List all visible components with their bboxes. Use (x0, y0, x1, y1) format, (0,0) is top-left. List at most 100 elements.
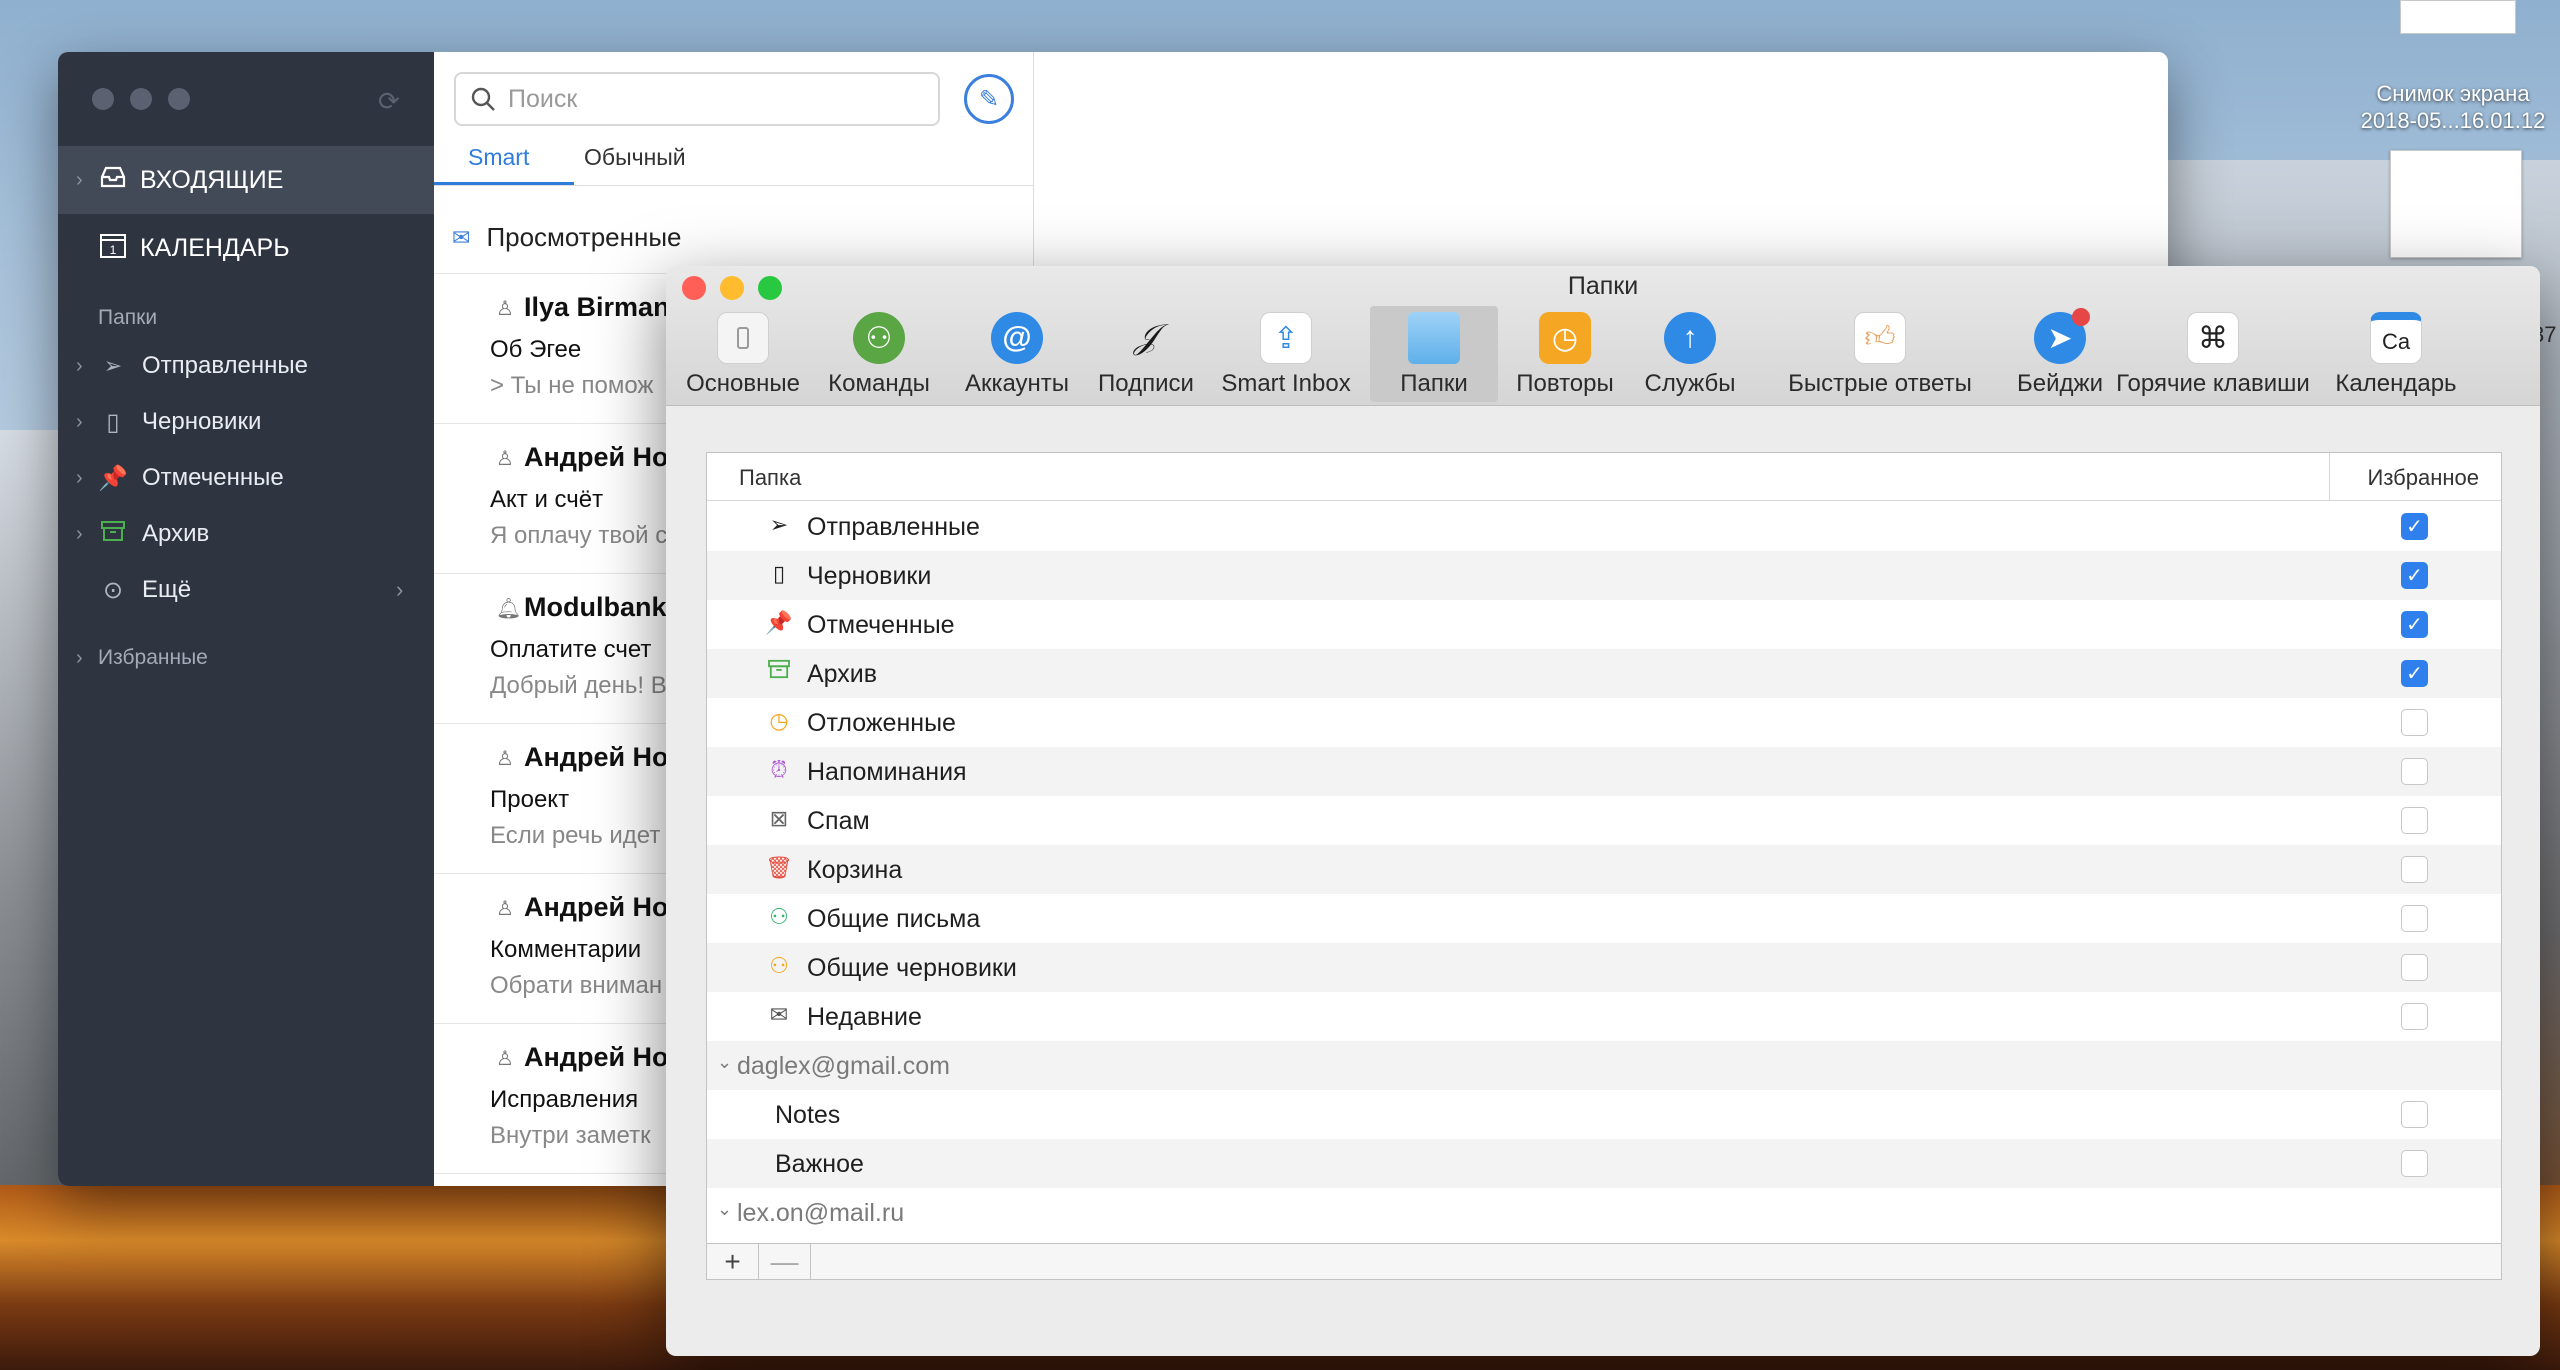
tab-teams[interactable]: ⚇ Команды (826, 306, 932, 402)
table-row[interactable]: Архив ✓ (707, 649, 2501, 698)
add-folder-button[interactable]: + (707, 1244, 759, 1279)
table-row[interactable]: ⚇ Общие письма (707, 894, 2501, 943)
spam-icon: ⊠ (769, 806, 789, 831)
folder-icon (1408, 312, 1460, 364)
table-row[interactable]: ▯ Черновики ✓ (707, 551, 2501, 600)
signature-icon: 𝒥 (1134, 319, 1158, 356)
favorite-checkbox[interactable] (2401, 807, 2428, 834)
close-button[interactable] (92, 88, 114, 110)
tab-label: Календарь (2335, 370, 2457, 397)
message-preview: Если речь идет (490, 822, 661, 849)
row-label: Notes (775, 1101, 841, 1129)
sidebar-item-label: Черновики (142, 408, 262, 435)
chevron-right-icon[interactable]: › (76, 169, 83, 192)
tab-general[interactable]: Основные (686, 306, 800, 402)
tab-calendar[interactable]: Ca Календарь (2326, 306, 2466, 402)
table-row[interactable]: 📌 Отмеченные ✓ (707, 600, 2501, 649)
tab-hotkeys[interactable]: ⌘ Горячие клавиши (2102, 306, 2324, 402)
table-row[interactable]: ⏰︎ Напоминания (707, 747, 2501, 796)
upload-icon: ↑ (1664, 312, 1716, 364)
person-icon: ♙ (496, 448, 514, 470)
calendar-icon: 1 (98, 231, 128, 266)
favorite-checkbox[interactable]: ✓ (2401, 660, 2428, 687)
row-label: Общие черновики (807, 954, 1017, 982)
svg-text:1: 1 (110, 243, 117, 257)
favorite-checkbox[interactable] (2401, 954, 2428, 981)
table-row[interactable]: ➢ Отправленные ✓ (707, 502, 2501, 551)
minimize-button[interactable] (130, 88, 152, 110)
favorite-checkbox[interactable] (2401, 709, 2428, 736)
favorite-checkbox[interactable]: ✓ (2401, 611, 2428, 638)
table-row[interactable]: ⚇ Общие черновики (707, 943, 2501, 992)
favorite-checkbox[interactable]: ✓ (2401, 562, 2428, 589)
account-row[interactable]: ⌄ lex.on@mail.ru (707, 1188, 2501, 1237)
sidebar-item-archive[interactable]: › Архив (58, 506, 434, 562)
refresh-icon[interactable]: ⟳ (378, 86, 400, 117)
tab-accounts[interactable]: @ Аккаунты (962, 306, 1072, 402)
row-label: Отложенные (807, 709, 956, 737)
chevron-right-icon[interactable]: › (396, 577, 403, 603)
favorite-checkbox[interactable] (2401, 856, 2428, 883)
sidebar-item-favorites[interactable]: › Избранные (58, 630, 434, 686)
table-row[interactable]: Notes (707, 1090, 2501, 1139)
desktop-file-thumbnail-top[interactable] (2400, 0, 2516, 34)
favorite-checkbox[interactable] (2401, 758, 2428, 785)
sidebar-item-inbox[interactable]: › ВХОДЯЩИЕ (58, 146, 434, 214)
account-row[interactable]: ⌄ daglex@gmail.com (707, 1041, 2501, 1090)
desktop-file-label-line2: 2018-05...16.01.12 (2360, 108, 2546, 133)
favorite-checkbox[interactable] (2401, 1101, 2428, 1128)
seen-group-row[interactable]: ✉ Просмотренные (434, 202, 1034, 274)
sidebar-item-flagged[interactable]: › 📌 Отмеченные (58, 450, 434, 506)
tab-snooze[interactable]: ◷ Повторы (1512, 306, 1618, 402)
archive-icon (98, 520, 128, 549)
person-icon: ♙ (496, 898, 514, 920)
remove-folder-button[interactable]: — (759, 1244, 811, 1279)
tab-services[interactable]: ↑ Службы (1642, 306, 1738, 402)
compose-button[interactable]: ✎ (964, 74, 1014, 124)
sidebar-item-sent[interactable]: › ➢ Отправленные (58, 338, 434, 394)
pencil-icon: ✎ (978, 85, 1000, 113)
table-row[interactable]: Важное (707, 1139, 2501, 1188)
table-row[interactable]: ◷ Отложенные (707, 698, 2501, 747)
tab-ordinary[interactable]: Обычный (584, 144, 686, 171)
pin-icon: 📌 (98, 464, 128, 492)
pin-icon: 📌 (765, 610, 793, 635)
chevron-right-icon[interactable]: › (76, 467, 83, 490)
favorite-checkbox[interactable]: ✓ (2401, 513, 2428, 540)
chevron-right-icon[interactable]: › (76, 411, 83, 434)
search-placeholder: Поиск (508, 84, 578, 113)
favorite-checkbox[interactable] (2401, 905, 2428, 932)
tab-label: Службы (1644, 370, 1736, 397)
desktop-file-thumbnail[interactable] (2390, 150, 2522, 258)
window-title: Папки (1567, 272, 1639, 300)
tab-badges[interactable]: ➤ Бейджи (2010, 306, 2110, 402)
tab-folders[interactable]: Папки (1370, 306, 1498, 402)
sidebar-item-calendar[interactable]: 1 КАЛЕНДАРЬ (58, 214, 434, 282)
table-row[interactable]: ⊠ Спам (707, 796, 2501, 845)
table-row[interactable]: 🗑︎ Корзина (707, 845, 2501, 894)
tab-signatures[interactable]: 𝒥 Подписи (1096, 306, 1196, 402)
tab-quick-replies[interactable]: 👍︎ Быстрые ответы (1764, 306, 1996, 402)
tab-label: Подписи (1098, 370, 1194, 397)
sidebar-item-more[interactable]: ⊙ Ещё › (58, 562, 434, 618)
sidebar-item-drafts[interactable]: › ▯ Черновики (58, 394, 434, 450)
zoom-button[interactable] (168, 88, 190, 110)
favorite-checkbox[interactable] (2401, 1150, 2428, 1177)
chevron-right-icon[interactable]: › (76, 647, 83, 670)
tab-smart-inbox[interactable]: ⇪ Smart Inbox (1221, 306, 1351, 402)
tab-smart[interactable]: Smart (468, 144, 529, 171)
message-sender: Ilya Birman (524, 292, 670, 322)
chevron-right-icon[interactable]: › (76, 355, 83, 378)
document-icon: ▯ (772, 561, 786, 586)
column-header-favorite[interactable]: Избранное (2368, 465, 2480, 491)
favorite-checkbox[interactable] (2401, 1003, 2428, 1030)
desktop-file-label[interactable]: Снимок экрана 2018-05...16.01.12 (2346, 80, 2560, 134)
column-header-folder[interactable]: Папка (739, 465, 801, 491)
shared-drafts-icon: ⚇ (769, 953, 789, 978)
search-input[interactable]: Поиск (454, 72, 940, 126)
tab-label: Папки (1400, 370, 1468, 397)
chevron-down-icon[interactable]: ⌄ (717, 1052, 732, 1073)
chevron-down-icon[interactable]: ⌄ (717, 1199, 732, 1220)
table-row[interactable]: ✉ Недавние (707, 992, 2501, 1041)
chevron-right-icon[interactable]: › (76, 523, 83, 546)
